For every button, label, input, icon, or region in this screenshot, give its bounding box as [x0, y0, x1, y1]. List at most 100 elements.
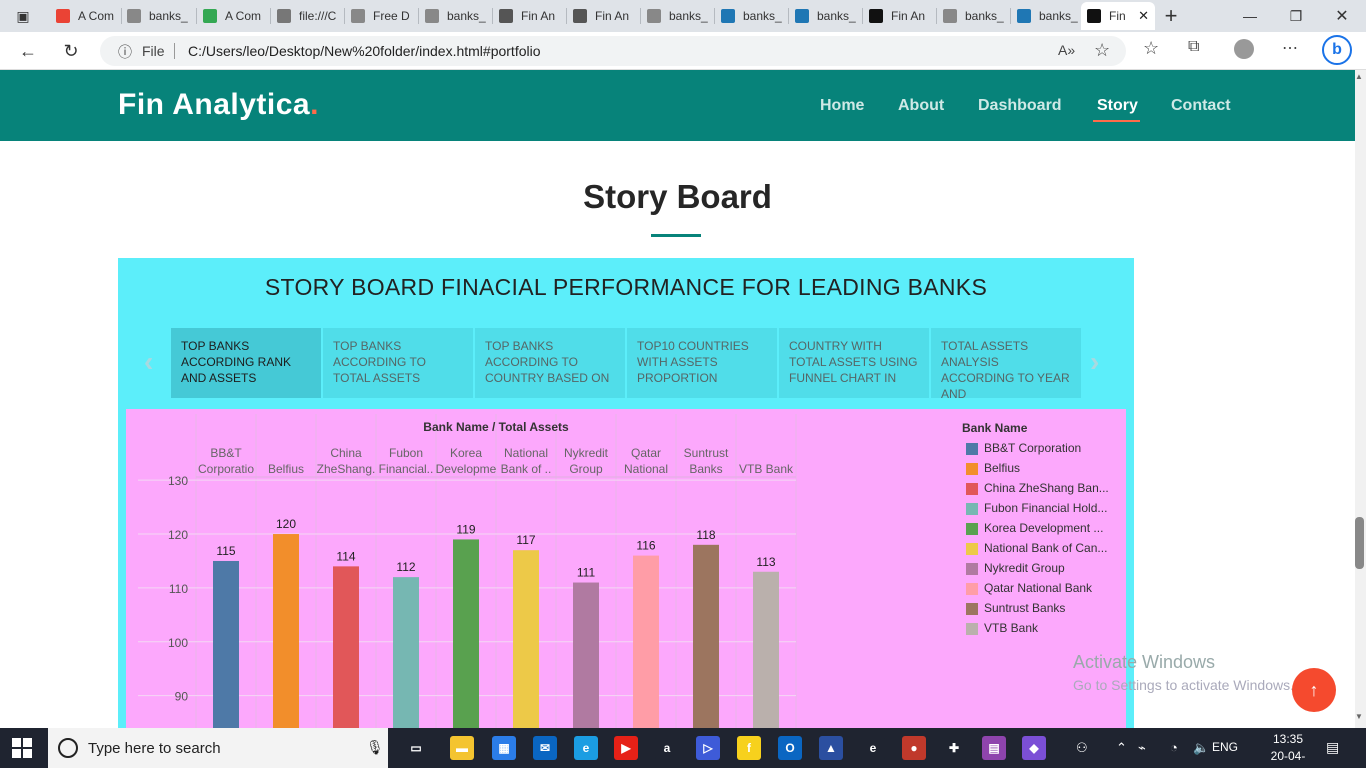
story-point-2[interactable]: TOP BANKS ACCORDING TO TOTAL ASSETS [323, 328, 473, 398]
file-explorer-icon[interactable]: ▬ [450, 736, 474, 760]
nav-dashboard[interactable]: Dashboard [978, 97, 1062, 115]
legend-item[interactable]: VTB Bank [962, 621, 1038, 641]
browser-tab[interactable]: A Com [50, 2, 120, 30]
browser-tab[interactable]: Free D [345, 2, 417, 30]
wifi-icon[interactable]: ◔ [1170, 740, 1178, 755]
mail-icon[interactable]: ✉ [533, 736, 557, 760]
legend-item[interactable]: Fubon Financial Hold... [962, 501, 1107, 521]
legend-item[interactable]: China ZheShang Ban... [962, 481, 1109, 501]
nav-contact[interactable]: Contact [1171, 97, 1231, 115]
bar[interactable] [453, 539, 479, 728]
close-tab-icon[interactable]: ✕ [1138, 8, 1149, 24]
legend-item[interactable]: National Bank of Can... [962, 541, 1107, 561]
amazon-icon[interactable]: a [655, 736, 679, 760]
flag-app-icon[interactable]: ▤ [982, 736, 1006, 760]
profile-avatar[interactable] [1234, 39, 1254, 59]
tableau-icon [721, 9, 735, 23]
story-point-6[interactable]: TOTAL ASSETS ANALYSIS ACCORDING TO YEAR … [931, 328, 1081, 398]
tab-actions-icon[interactable]: ▣ [10, 3, 36, 29]
browser-tab[interactable]: banks_ [715, 2, 787, 30]
browser-tab[interactable]: banks_ [121, 2, 195, 30]
back-button[interactable]: ← [15, 38, 41, 64]
visual-studio-icon[interactable]: ◆ [1022, 736, 1046, 760]
legend-item[interactable]: Suntrust Banks [962, 601, 1065, 621]
browser-tab[interactable]: file:///C [271, 2, 343, 30]
bar[interactable] [213, 560, 239, 728]
youtube-icon[interactable]: ▶ [614, 736, 638, 760]
recorder-icon[interactable]: ● [902, 736, 926, 760]
bar[interactable] [753, 571, 779, 728]
store-icon[interactable]: ▦ [492, 736, 516, 760]
page-scrollbar[interactable] [1355, 70, 1366, 728]
scrollbar-thumb[interactable] [1355, 517, 1364, 569]
microphone-icon[interactable]: 🎙 [366, 739, 384, 756]
notifications-icon[interactable]: ▤ [1326, 739, 1339, 756]
legend-item[interactable]: Belfius [962, 461, 1027, 481]
browser-tab[interactable]: banks_ [1011, 2, 1079, 30]
story-point-3[interactable]: TOP BANKS ACCORDING TO COUNTRY BASED ON [475, 328, 625, 398]
language-indicator[interactable]: ENG [1212, 740, 1238, 754]
bar[interactable] [573, 582, 599, 728]
bing-icon[interactable]: b [1322, 35, 1352, 65]
browser-tab[interactable]: banks_ [419, 2, 491, 30]
info-icon[interactable]: ⓘ [118, 42, 132, 62]
restore-button[interactable]: ❐ [1283, 3, 1309, 29]
scroll-down-icon[interactable]: ▼ [1355, 712, 1363, 721]
browser-tab[interactable]: Fin ✕ [1081, 2, 1155, 30]
bar[interactable] [333, 566, 359, 728]
more-menu-icon[interactable]: ⋯ [1282, 38, 1298, 58]
bar[interactable] [513, 550, 539, 728]
edge-icon[interactable]: e [574, 736, 598, 760]
favorites-icon[interactable]: ☆ [1143, 38, 1159, 59]
back-to-top-button[interactable]: ↑ [1292, 668, 1336, 712]
story-point-5[interactable]: COUNTRY WITH TOTAL ASSETS USING FUNNEL C… [779, 328, 929, 398]
site-logo[interactable]: Fin Analytica. [118, 88, 319, 122]
legend-item[interactable]: Qatar National Bank [962, 581, 1092, 601]
browser-tab[interactable]: banks_ [937, 2, 1009, 30]
new-tab-button[interactable]: + [1158, 3, 1184, 29]
bar[interactable] [693, 544, 719, 728]
tableau-app-icon[interactable]: ✚ [942, 736, 966, 760]
windows-start-icon[interactable] [12, 738, 32, 758]
story-point-4[interactable]: TOP10 COUNTRIES WITH ASSETS PROPORTION [627, 328, 777, 398]
url-field[interactable]: ⓘ File C:/Users/leo/Desktop/New%20folder… [100, 36, 1126, 66]
collections-icon[interactable]: ⧉ [1188, 38, 1199, 56]
browser-tab[interactable]: Fin An [567, 2, 639, 30]
browser-tab[interactable]: banks_ [789, 2, 861, 30]
legend-item[interactable]: Nykredit Group [962, 561, 1065, 581]
task-view-icon[interactable]: ▭ [404, 736, 428, 760]
favorite-star-icon[interactable]: ☆ [1094, 40, 1110, 61]
scroll-up-icon[interactable]: ▲ [1355, 72, 1363, 81]
network-icon[interactable]: ⌁ [1138, 740, 1146, 756]
photo-app-icon[interactable]: ▲ [819, 736, 843, 760]
url-text[interactable]: C:/Users/leo/Desktop/New%20folder/index.… [188, 43, 541, 59]
close-window-button[interactable]: ✕ [1329, 3, 1355, 29]
bar[interactable] [273, 534, 299, 728]
nav-story[interactable]: Story [1097, 97, 1138, 115]
legend-item[interactable]: Korea Development ... [962, 521, 1103, 541]
nav-about[interactable]: About [898, 97, 944, 115]
browser-tab[interactable]: Fin An [493, 2, 565, 30]
refresh-button[interactable]: ↻ [58, 38, 84, 64]
people-icon[interactable]: ⚇ [1076, 740, 1088, 756]
bar[interactable] [393, 577, 419, 728]
volume-icon[interactable]: 🔈 [1193, 740, 1209, 756]
minimize-button[interactable]: — [1237, 3, 1263, 29]
flipkart-icon[interactable]: f [737, 736, 761, 760]
browser-tab[interactable]: banks_ [641, 2, 713, 30]
browser-tab[interactable]: Fin An [863, 2, 935, 30]
chevron-left-icon[interactable]: ‹ [144, 346, 153, 378]
clock[interactable]: 13:35 20-04-2023 [1260, 731, 1316, 782]
ie-icon[interactable]: e [861, 736, 885, 760]
read-aloud-icon[interactable]: A» [1058, 42, 1075, 58]
taskbar-search[interactable]: Type here to search 🎙 [48, 728, 388, 768]
outlook-icon[interactable]: O [778, 736, 802, 760]
story-point-1[interactable]: TOP BANKS ACCORDING RANK AND ASSETS [171, 328, 321, 398]
nav-home[interactable]: Home [820, 97, 864, 115]
chevron-up-icon[interactable]: ⌃ [1116, 740, 1127, 756]
chevron-right-icon[interactable]: › [1090, 346, 1099, 378]
bar[interactable] [633, 555, 659, 728]
legend-item[interactable]: BB&T Corporation [962, 441, 1081, 461]
browser-tab[interactable]: A Com [197, 2, 269, 30]
prime-video-icon[interactable]: ▷ [696, 736, 720, 760]
